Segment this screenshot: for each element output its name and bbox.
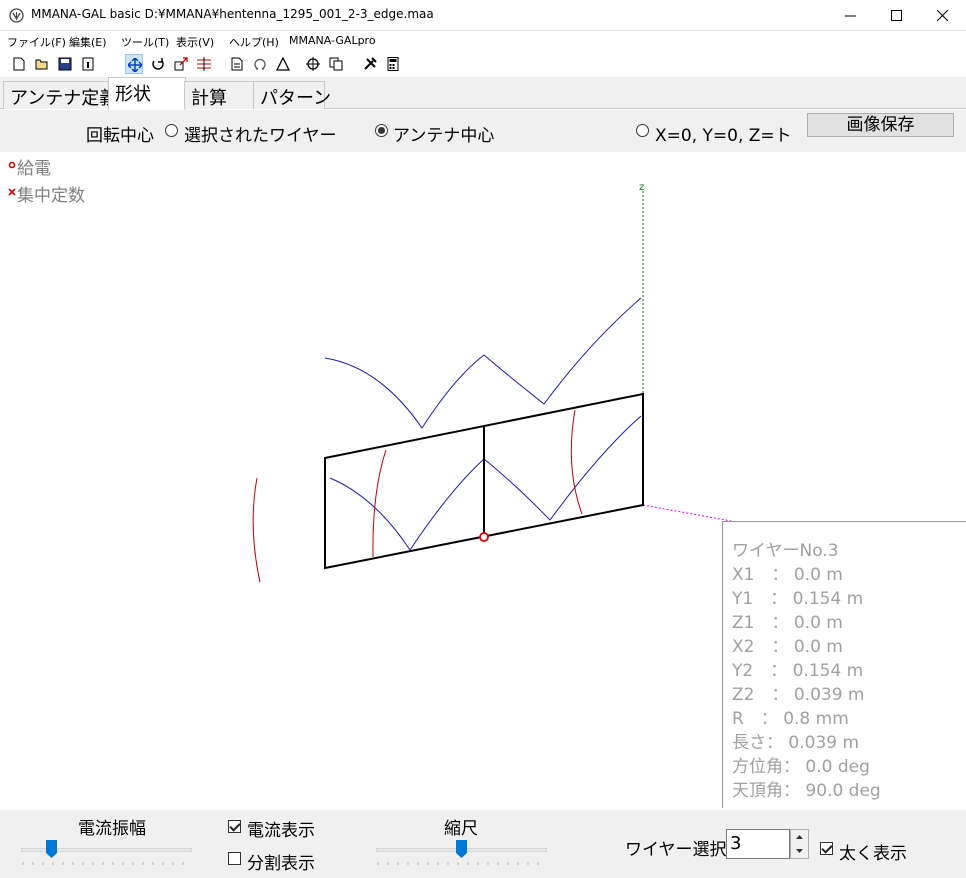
document-icon bbox=[231, 57, 243, 71]
move-arrows-icon bbox=[128, 58, 142, 72]
feed-point-marker bbox=[479, 532, 489, 542]
wire-info-azimuth: 方位角： 0.0 deg bbox=[732, 757, 870, 777]
close-icon bbox=[937, 10, 949, 22]
show-segments-checkbox[interactable] bbox=[228, 852, 241, 865]
radio-origin[interactable] bbox=[636, 124, 649, 137]
menu-view[interactable]: 表示(V) bbox=[176, 34, 214, 50]
wire-info-length: 長さ： 0.039 m bbox=[732, 733, 860, 753]
current-curve-red-right bbox=[570, 409, 583, 515]
tab-strip: アンテナ定義 形状 計算 パターン bbox=[0, 77, 966, 110]
calculator-icon bbox=[387, 57, 399, 71]
segments-tool-button[interactable] bbox=[195, 54, 213, 74]
open-file-button[interactable] bbox=[33, 54, 51, 74]
info-button[interactable] bbox=[79, 54, 97, 74]
wire-info-zenith: 天頂角： 90.0 deg bbox=[732, 781, 881, 801]
radio-antenna-center-label[interactable]: アンテナ中心 bbox=[393, 121, 494, 146]
title-bar: MMANA-GAL basic D:¥MMANA¥hentenna_1295_0… bbox=[0, 0, 966, 31]
current-curve-top bbox=[324, 297, 642, 429]
save-disk-icon bbox=[58, 57, 72, 71]
wire-select-label: ワイヤー選択 bbox=[625, 840, 727, 860]
info-icon bbox=[82, 57, 94, 71]
maximize-button[interactable] bbox=[874, 0, 920, 31]
rotate-tool-button[interactable] bbox=[149, 54, 167, 74]
radio-origin-label[interactable]: X=0, Y=0, Z=ト bbox=[655, 121, 799, 146]
wire-info-x1: X1 ： 0.0 m bbox=[732, 565, 843, 585]
calculator-button[interactable] bbox=[384, 54, 402, 74]
wire-info-x2: X2 ： 0.0 m bbox=[732, 637, 843, 657]
show-current-label[interactable]: 電流表示 bbox=[247, 816, 315, 841]
menu-file[interactable]: ファイル(F) bbox=[7, 34, 66, 50]
save-file-button[interactable] bbox=[56, 54, 74, 74]
scale-label: 縮尺 bbox=[444, 819, 478, 839]
tools-icon bbox=[364, 57, 377, 70]
radio-selected-wire-label[interactable]: 選択されたワイヤー bbox=[184, 121, 337, 146]
minimize-button[interactable] bbox=[828, 0, 874, 31]
tab-geometry[interactable]: 形状 bbox=[108, 77, 186, 110]
scale-ticks bbox=[377, 862, 539, 865]
close-button[interactable] bbox=[920, 0, 966, 31]
minimize-icon bbox=[845, 15, 856, 17]
menu-help[interactable]: ヘルプ(H) bbox=[229, 34, 279, 50]
current-curve-inner bbox=[329, 415, 642, 551]
copy-icon bbox=[329, 57, 343, 71]
tab-pattern[interactable]: パターン bbox=[253, 81, 331, 109]
wire-select-spinner bbox=[790, 829, 809, 859]
crosshair-icon bbox=[306, 57, 320, 71]
delta-button[interactable] bbox=[274, 54, 292, 74]
maximize-icon bbox=[891, 10, 902, 21]
spin-down-icon[interactable] bbox=[791, 844, 808, 858]
geometry-view-canvas[interactable]: 給電 集中定数 z x ワイヤーNo.3 X1 ： 0.0 m Y1 ： 0.1… bbox=[0, 152, 966, 810]
menu-edit[interactable]: 編集(E) bbox=[69, 34, 107, 50]
current-amplitude-label: 電流振幅 bbox=[78, 819, 146, 839]
current-curve-red-outer bbox=[252, 477, 261, 583]
bold-display-checkbox[interactable] bbox=[820, 842, 833, 855]
app-icon bbox=[9, 8, 24, 23]
segments-icon bbox=[197, 57, 211, 71]
tab-antenna-definition[interactable]: アンテナ定義 bbox=[3, 81, 125, 109]
wire-info-panel: ワイヤーNo.3 X1 ： 0.0 m Y1 ： 0.154 m Z1 ： 0.… bbox=[722, 521, 966, 808]
scale-slider-thumb[interactable] bbox=[456, 840, 467, 858]
wire-info-radius: R ： 0.8 mm bbox=[732, 709, 849, 729]
rotation-options-bar: 回転中心 選択されたワイヤー アンテナ中心 X=0, Y=0, Z=ト 画像保存 bbox=[0, 110, 966, 152]
target-button[interactable] bbox=[304, 54, 322, 74]
z-axis-label: z bbox=[639, 182, 644, 193]
tools-button[interactable] bbox=[361, 54, 379, 74]
bottom-controls: 電流振幅 電流表示 分割表示 縮尺 ワイヤー選択 3 太く表示 bbox=[0, 810, 966, 878]
document-button[interactable] bbox=[228, 54, 246, 74]
bold-display-label[interactable]: 太く表示 bbox=[839, 839, 907, 864]
rotation-center-label: 回転中心 bbox=[86, 126, 154, 146]
wire-info-z1: Z1 ： 0.0 m bbox=[732, 613, 843, 633]
menu-mmana-gal-pro[interactable]: MMANA-GALpro bbox=[289, 34, 376, 47]
tab-calculation[interactable]: 計算 bbox=[184, 81, 254, 109]
open-folder-icon bbox=[35, 59, 48, 70]
radio-selected-wire[interactable] bbox=[165, 124, 178, 137]
menu-tools[interactable]: ツール(T) bbox=[121, 34, 169, 50]
wire-select-input[interactable]: 3 bbox=[726, 829, 790, 859]
window-title: MMANA-GAL basic D:¥MMANA¥hentenna_1295_0… bbox=[31, 7, 434, 21]
copy-button[interactable] bbox=[327, 54, 345, 74]
radio-antenna-center[interactable] bbox=[375, 124, 388, 137]
wire-info-title: ワイヤーNo.3 bbox=[732, 541, 839, 561]
zoom-tool-button[interactable] bbox=[172, 54, 190, 74]
menu-bar: ファイル(F) 編集(E) ツール(T) 表示(V) ヘルプ(H) MMANA-… bbox=[0, 31, 966, 51]
move-tool-button[interactable] bbox=[125, 54, 143, 74]
show-current-checkbox[interactable] bbox=[228, 820, 241, 833]
toolbar bbox=[0, 51, 966, 77]
current-amplitude-slider-thumb[interactable] bbox=[46, 840, 57, 858]
wire-info-y1: Y1 ： 0.154 m bbox=[732, 589, 864, 609]
new-file-button[interactable] bbox=[10, 54, 28, 74]
wire-info-z2: Z2 ： 0.039 m bbox=[732, 685, 865, 705]
current-curve-red-left bbox=[372, 449, 387, 558]
zoom-box-icon bbox=[174, 57, 188, 71]
spin-up-icon[interactable] bbox=[791, 830, 808, 844]
save-image-button[interactable]: 画像保存 bbox=[807, 113, 954, 137]
show-segments-label[interactable]: 分割表示 bbox=[247, 849, 315, 874]
current-amplitude-ticks bbox=[22, 862, 184, 865]
omega-button[interactable] bbox=[251, 54, 269, 74]
rotate-icon bbox=[152, 58, 164, 70]
triangle-icon bbox=[276, 57, 290, 71]
wire-info-y2: Y2 ： 0.154 m bbox=[732, 661, 864, 681]
omega-icon bbox=[254, 58, 266, 70]
new-file-icon bbox=[13, 57, 25, 71]
